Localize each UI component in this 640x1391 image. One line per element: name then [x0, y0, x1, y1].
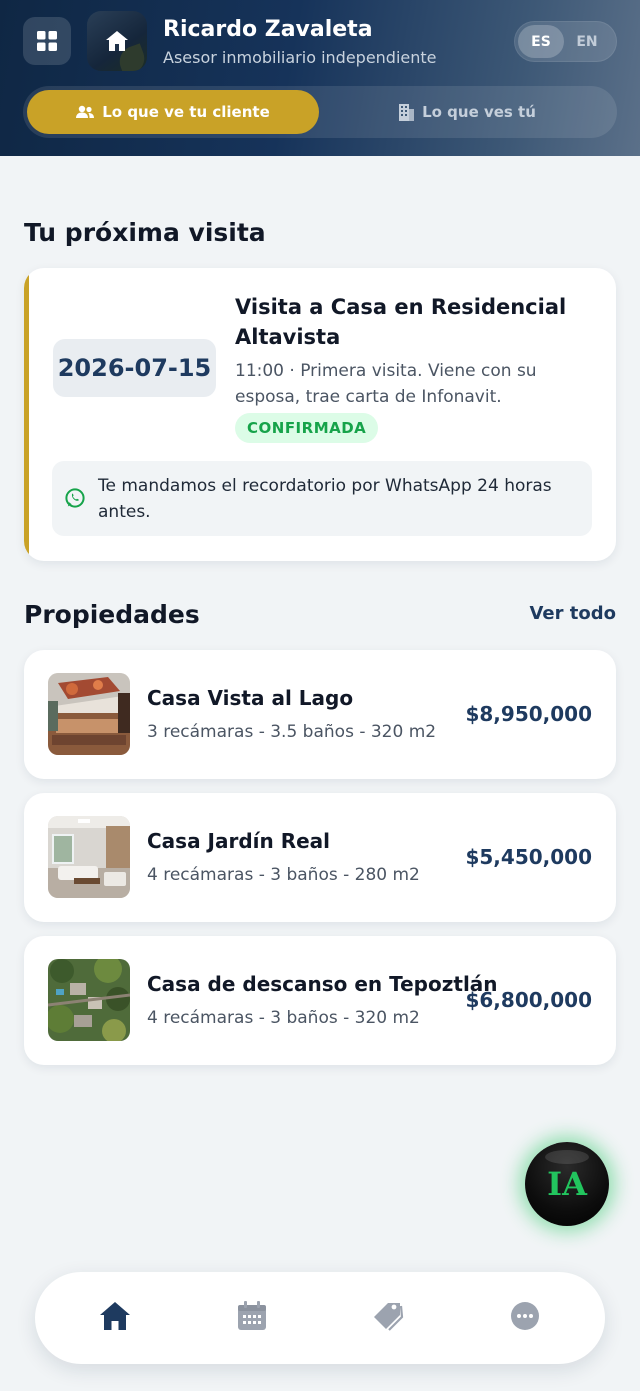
reminder-note: Te mandamos el recordatorio por WhatsApp…: [52, 461, 592, 536]
see-all-link[interactable]: Ver todo: [529, 603, 616, 624]
property-name: Casa Vista al Lago: [147, 686, 354, 710]
property-image: [48, 673, 130, 755]
agent-role: Asesor inmobiliario independiente: [163, 48, 437, 67]
users-icon: [76, 105, 95, 118]
house-icon: [106, 31, 128, 51]
grid-icon: [37, 31, 57, 51]
building-icon: [399, 104, 415, 121]
property-specs: 4 recámaras - 3 baños - 320 m2: [147, 1008, 420, 1028]
language-toggle: ES EN: [514, 21, 617, 62]
visit-date: 2026-07-15: [53, 339, 216, 397]
whatsapp-icon: [65, 488, 85, 508]
view-toggle: Lo que ve tu cliente Lo que ves tú: [23, 86, 617, 138]
next-visit-heading: Tu próxima visita: [24, 218, 266, 247]
lang-es-button[interactable]: ES: [518, 25, 564, 58]
view-agent-label: Lo que ves tú: [422, 103, 536, 121]
nav-more[interactable]: [505, 1296, 545, 1336]
property-specs: 4 recámaras - 3 baños - 280 m2: [147, 865, 420, 885]
property-price: $6,800,000: [465, 988, 592, 1012]
property-card[interactable]: Casa Vista al Lago 3 recámaras - 3.5 bañ…: [24, 650, 616, 779]
reminder-text: Te mandamos el recordatorio por WhatsApp…: [98, 476, 552, 522]
home-icon: [100, 1302, 130, 1330]
agent-name: Ricardo Zavaleta: [163, 17, 373, 42]
lang-en-button[interactable]: EN: [564, 25, 610, 58]
status-badge: CONFIRMADA: [235, 413, 379, 443]
ai-assistant-button[interactable]: IA: [525, 1142, 609, 1226]
property-name: Casa de descanso en Tepoztlán: [147, 972, 498, 996]
calendar-icon: [238, 1301, 266, 1330]
property-price: $5,450,000: [465, 845, 592, 869]
brand-logo: [87, 11, 147, 71]
properties-heading: Propiedades: [24, 600, 200, 629]
nav-properties[interactable]: [368, 1296, 408, 1336]
menu-button[interactable]: [23, 17, 71, 65]
ai-assistant-label: IA: [547, 1165, 587, 1203]
bottom-nav: [35, 1272, 605, 1364]
tag-icon: [374, 1303, 404, 1331]
next-visit-card[interactable]: 2026-07-15 Visita a Casa en Residencial …: [24, 268, 616, 561]
property-price: $8,950,000: [465, 702, 592, 726]
visit-title: Visita a Casa en Residencial Altavista: [235, 295, 567, 349]
visit-description: 11:00 · Primera visita. Viene con su esp…: [235, 361, 537, 407]
nav-home[interactable]: [95, 1296, 135, 1336]
more-icon: [511, 1302, 539, 1330]
property-name: Casa Jardín Real: [147, 829, 331, 853]
nav-calendar[interactable]: [232, 1296, 272, 1336]
property-image: [48, 816, 130, 898]
app-header: Ricardo Zavaleta Asesor inmobiliario ind…: [0, 0, 640, 156]
view-client-button[interactable]: Lo que ve tu cliente: [27, 90, 319, 134]
view-agent-button[interactable]: Lo que ves tú: [321, 90, 613, 134]
property-specs: 3 recámaras - 3.5 baños - 320 m2: [147, 722, 437, 742]
view-client-label: Lo que ve tu cliente: [102, 103, 270, 121]
property-image: [48, 959, 130, 1041]
property-card[interactable]: Casa de descanso en Tepoztlán 4 recámara…: [24, 936, 616, 1065]
property-card[interactable]: Casa Jardín Real 4 recámaras - 3 baños -…: [24, 793, 616, 922]
